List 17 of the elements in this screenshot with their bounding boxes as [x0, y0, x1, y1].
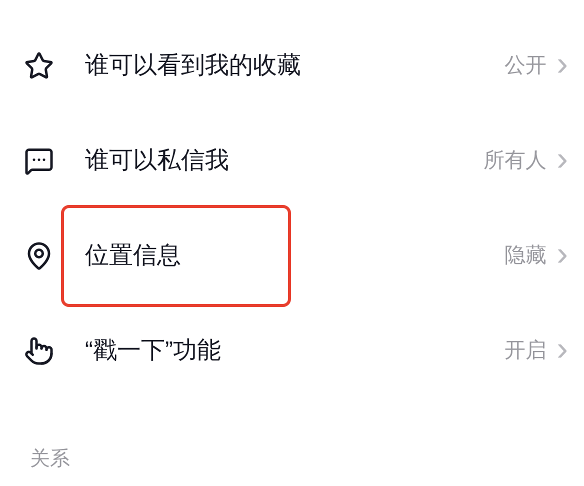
settings-row[interactable]: 谁可以看到我的收藏 公开 ›: [0, 18, 584, 113]
chevron: ›: [556, 236, 568, 274]
chevron: ›: [556, 46, 568, 84]
setting-value: 开启: [504, 338, 547, 364]
chat-bubble-icon: [24, 146, 54, 176]
chevron: ›: [556, 332, 568, 370]
setting-value: 所有人: [484, 148, 547, 174]
setting-value: 隐藏: [504, 242, 547, 269]
chevron: ›: [556, 142, 568, 180]
setting-label: 位置信息: [61, 204, 291, 306]
setting-label: 谁可以看到我的收藏: [84, 50, 302, 80]
setting-label: 谁可以私信我: [84, 146, 230, 176]
setting-label: “戳一下”功能: [84, 336, 222, 366]
star-icon: [24, 50, 54, 80]
section-header: 关系: [30, 448, 70, 470]
hand-pointer-icon: [24, 336, 54, 366]
setting-value: 公开: [504, 52, 547, 79]
